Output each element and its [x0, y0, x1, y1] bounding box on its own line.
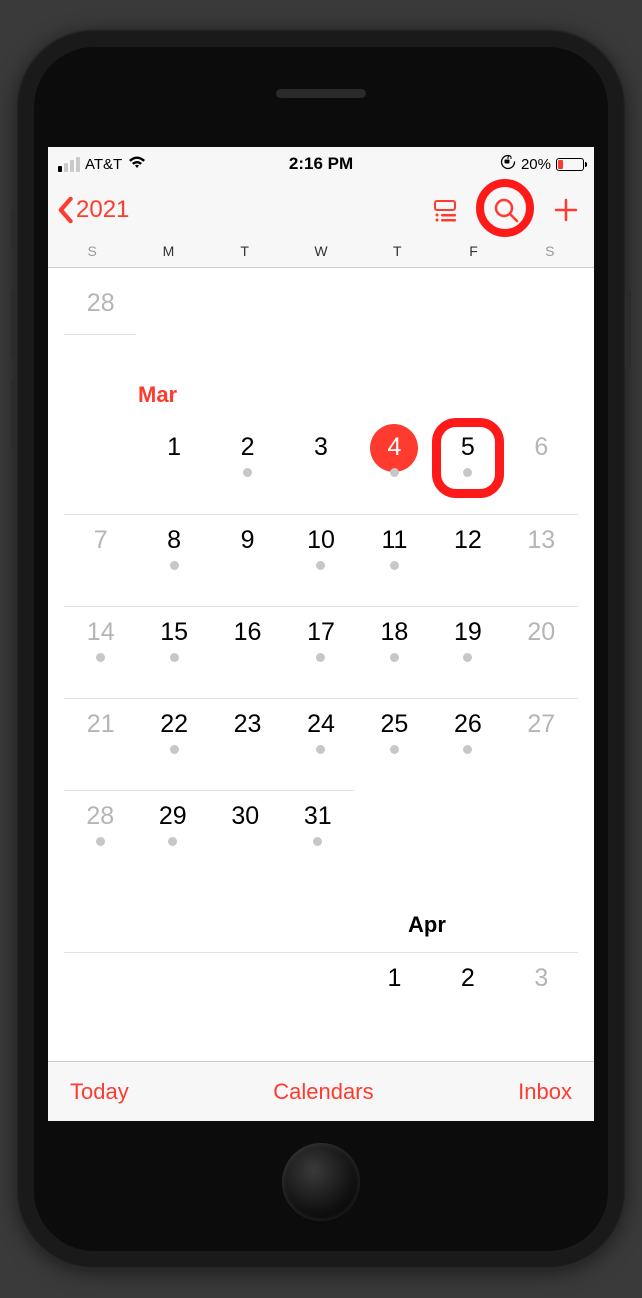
event-dot	[463, 745, 472, 754]
day-cell[interactable]: 20	[505, 617, 578, 698]
month-label-mar: Mar	[48, 362, 594, 422]
event-dot	[316, 653, 325, 662]
status-time: 2:16 PM	[289, 154, 353, 174]
inbox-button[interactable]: Inbox	[518, 1079, 572, 1105]
mute-switch[interactable]	[11, 209, 17, 249]
screen: AT&T 2:16 PM 20% 2021	[48, 147, 594, 1121]
top-bezel	[34, 47, 608, 147]
day-cell[interactable]: 4	[358, 432, 431, 514]
phone-frame: AT&T 2:16 PM 20% 2021	[16, 29, 626, 1269]
day-cell[interactable]: 3	[284, 432, 357, 514]
day-cell[interactable]: 2	[211, 432, 284, 514]
day-cell[interactable]: 19	[431, 617, 504, 698]
day-cell	[137, 963, 210, 993]
day-cell[interactable]: 23	[211, 709, 284, 790]
add-event-icon[interactable]	[552, 196, 580, 224]
day-cell[interactable]: 15	[137, 617, 210, 698]
day-cell[interactable]: 17	[284, 617, 357, 698]
status-bar: AT&T 2:16 PM 20%	[48, 147, 594, 181]
day-cell[interactable]: 16	[211, 617, 284, 698]
day-cell[interactable]: 21	[64, 709, 137, 790]
dow-label: M	[130, 243, 206, 259]
event-dot	[390, 561, 399, 570]
day-cell[interactable]: 28	[64, 288, 137, 334]
speaker-grille	[276, 89, 366, 98]
volume-up-button[interactable]	[11, 289, 17, 359]
wifi-icon	[127, 154, 147, 174]
event-dot	[316, 561, 325, 570]
event-dot	[390, 745, 399, 754]
day-cell[interactable]: 1	[358, 963, 431, 993]
day-cell[interactable]: 30	[209, 801, 282, 882]
power-button[interactable]	[625, 289, 631, 369]
event-dot	[170, 561, 179, 570]
day-cell[interactable]: 27	[505, 709, 578, 790]
day-cell[interactable]: 1	[137, 432, 210, 514]
event-dot	[313, 837, 322, 846]
day-cell[interactable]: 3	[505, 963, 578, 993]
back-button[interactable]: 2021	[56, 196, 129, 224]
day-cell[interactable]: 14	[64, 617, 137, 698]
search-icon[interactable]	[492, 196, 520, 224]
previous-month-tail: 28	[64, 274, 578, 334]
dow-label: S	[54, 243, 130, 259]
day-cell[interactable]: 31	[282, 801, 355, 882]
volume-down-button[interactable]	[11, 379, 17, 449]
battery-percent: 20%	[521, 156, 551, 173]
day-cell[interactable]: 29	[137, 801, 210, 882]
rotation-lock-icon	[500, 154, 516, 175]
day-cell[interactable]: 26	[431, 709, 504, 790]
day-cell[interactable]: 12	[431, 525, 504, 606]
dow-label: S	[512, 243, 588, 259]
day-cell[interactable]: 22	[137, 709, 210, 790]
day-cell[interactable]: 11	[358, 525, 431, 606]
battery-icon	[556, 158, 584, 171]
day-cell[interactable]: 9	[211, 525, 284, 606]
event-dot	[168, 837, 177, 846]
event-dot	[316, 745, 325, 754]
calendars-button[interactable]: Calendars	[273, 1079, 373, 1105]
event-dot	[390, 468, 399, 477]
day-cell[interactable]: 18	[358, 617, 431, 698]
day-cell	[64, 432, 137, 514]
event-dot	[170, 745, 179, 754]
event-dot	[390, 653, 399, 662]
day-cell[interactable]: 24	[284, 709, 357, 790]
day-cell	[64, 963, 137, 993]
day-cell[interactable]: 25	[358, 709, 431, 790]
dow-label: W	[283, 243, 359, 259]
day-cell[interactable]: 10	[284, 525, 357, 606]
calendar-body[interactable]: 28 Mar 123456789101112131415161718192021…	[48, 268, 594, 1061]
back-label: 2021	[76, 196, 129, 224]
day-cell[interactable]: 5	[431, 432, 504, 514]
dow-label: F	[435, 243, 511, 259]
carrier-label: AT&T	[85, 156, 122, 173]
phone-bezel: AT&T 2:16 PM 20% 2021	[34, 47, 608, 1251]
day-of-week-header: SMTWTFS	[48, 239, 594, 268]
day-cell	[211, 963, 284, 993]
day-cell[interactable]: 6	[505, 432, 578, 514]
day-cell	[284, 963, 357, 993]
day-cell[interactable]: 7	[64, 525, 137, 606]
day-cell[interactable]: 8	[137, 525, 210, 606]
event-dot	[96, 653, 105, 662]
day-cell[interactable]: 13	[505, 525, 578, 606]
list-view-icon[interactable]	[432, 196, 460, 224]
bottom-toolbar: Today Calendars Inbox	[48, 1061, 594, 1121]
event-dot	[243, 468, 252, 477]
event-dot	[463, 653, 472, 662]
day-cell[interactable]: 2	[431, 963, 504, 993]
nav-bar: 2021	[48, 181, 594, 239]
event-dot	[96, 837, 105, 846]
bottom-bezel	[34, 1121, 608, 1251]
event-dot	[170, 653, 179, 662]
month-label-apr: Apr	[48, 882, 594, 952]
home-button[interactable]	[282, 1143, 360, 1221]
event-dot	[463, 468, 472, 477]
today-button[interactable]: Today	[70, 1079, 129, 1105]
dow-label: T	[359, 243, 435, 259]
day-cell[interactable]: 28	[64, 801, 137, 882]
dow-label: T	[207, 243, 283, 259]
signal-bars-icon	[58, 157, 80, 172]
